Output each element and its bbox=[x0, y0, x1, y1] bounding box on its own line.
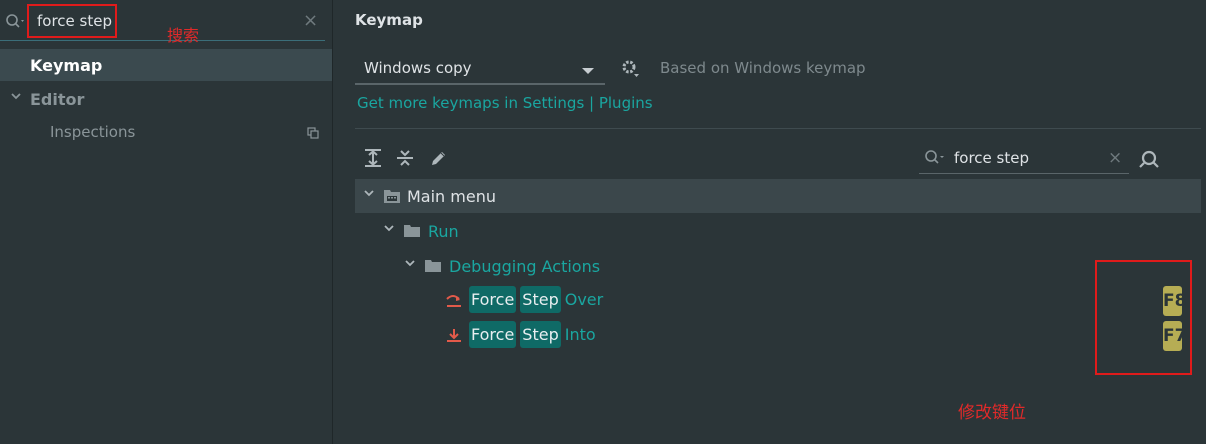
keymap-filter-field[interactable]: force step × bbox=[919, 145, 1129, 174]
action-label: Force Step Over bbox=[469, 286, 603, 313]
sidebar-item-label: Keymap bbox=[30, 56, 103, 75]
step-into-icon bbox=[445, 328, 463, 348]
tree-node-main-menu[interactable]: Main menu bbox=[355, 179, 1201, 213]
clear-filter-icon[interactable]: × bbox=[1108, 148, 1122, 168]
divider bbox=[355, 128, 1201, 129]
action-label-rest: Over bbox=[564, 290, 604, 309]
match-highlight: Force bbox=[469, 321, 517, 348]
shortcut-highlight-box bbox=[1095, 260, 1192, 375]
find-by-shortcut-icon[interactable] bbox=[1139, 149, 1161, 173]
dropdown-arrow-icon bbox=[581, 61, 595, 80]
collapse-all-icon[interactable] bbox=[395, 148, 415, 172]
menu-folder-icon bbox=[383, 188, 401, 208]
gear-icon[interactable] bbox=[620, 58, 640, 82]
sidebar-item-keymap[interactable]: Keymap bbox=[0, 49, 332, 81]
tree-node-run[interactable]: Run bbox=[355, 214, 1201, 248]
step-over-icon bbox=[445, 293, 463, 313]
folder-icon bbox=[403, 223, 421, 242]
chevron-down-icon[interactable] bbox=[404, 257, 416, 273]
settings-sidebar: force step × 搜索 Keymap Editor Inspection… bbox=[0, 0, 333, 444]
edit-icon[interactable] bbox=[429, 148, 449, 172]
based-on-label: Based on Windows keymap bbox=[660, 59, 866, 77]
search-underline bbox=[0, 40, 325, 41]
settings-search-input[interactable]: force step bbox=[37, 12, 112, 30]
tree-node-label: Main menu bbox=[407, 187, 496, 206]
search-annotation: 搜索 bbox=[167, 26, 200, 45]
keymap-scheme-select[interactable]: Windows copy bbox=[355, 55, 605, 85]
sidebar-item-label: Editor bbox=[30, 90, 85, 109]
match-highlight: Force bbox=[469, 286, 517, 313]
scheme-selected-value: Windows copy bbox=[364, 59, 472, 77]
sidebar-item-inspections[interactable]: Inspections bbox=[0, 116, 332, 148]
filter-input[interactable]: force step bbox=[954, 149, 1029, 167]
chevron-down-icon[interactable] bbox=[383, 222, 395, 238]
chevron-down-icon[interactable] bbox=[10, 90, 22, 106]
tree-node-label: Run bbox=[428, 222, 459, 241]
action-label-rest: Into bbox=[564, 325, 596, 344]
action-force-step-into[interactable]: Force Step Into F7 bbox=[355, 319, 1201, 353]
clear-search-icon[interactable]: × bbox=[303, 10, 318, 31]
match-highlight: Step bbox=[520, 321, 561, 348]
folder-icon bbox=[424, 258, 442, 277]
chevron-down-icon[interactable] bbox=[363, 187, 375, 203]
sidebar-item-label: Inspections bbox=[50, 123, 136, 141]
expand-all-icon[interactable] bbox=[363, 148, 383, 172]
modify-keys-annotation: 修改键位 bbox=[958, 403, 1026, 423]
keymap-panel: Keymap Windows copy Based on Windows key… bbox=[333, 0, 1206, 444]
project-settings-icon bbox=[307, 124, 319, 143]
match-highlight: Step bbox=[520, 286, 561, 313]
keymap-tree: Main menu Run Debugging Actions Force St… bbox=[355, 179, 1201, 444]
tree-node-label: Debugging Actions bbox=[449, 257, 601, 276]
get-more-keymaps-link[interactable]: Get more keymaps in Settings | Plugins bbox=[357, 94, 653, 112]
search-icon[interactable] bbox=[6, 14, 26, 34]
page-title: Keymap bbox=[355, 11, 423, 29]
settings-search-row: force step × 搜索 bbox=[0, 0, 332, 45]
tree-node-debugging-actions[interactable]: Debugging Actions bbox=[355, 249, 1201, 283]
search-icon bbox=[925, 150, 947, 170]
sidebar-item-editor[interactable]: Editor bbox=[0, 83, 332, 115]
action-force-step-over[interactable]: Force Step Over F8 bbox=[355, 284, 1201, 318]
action-label: Force Step Into bbox=[469, 321, 596, 348]
